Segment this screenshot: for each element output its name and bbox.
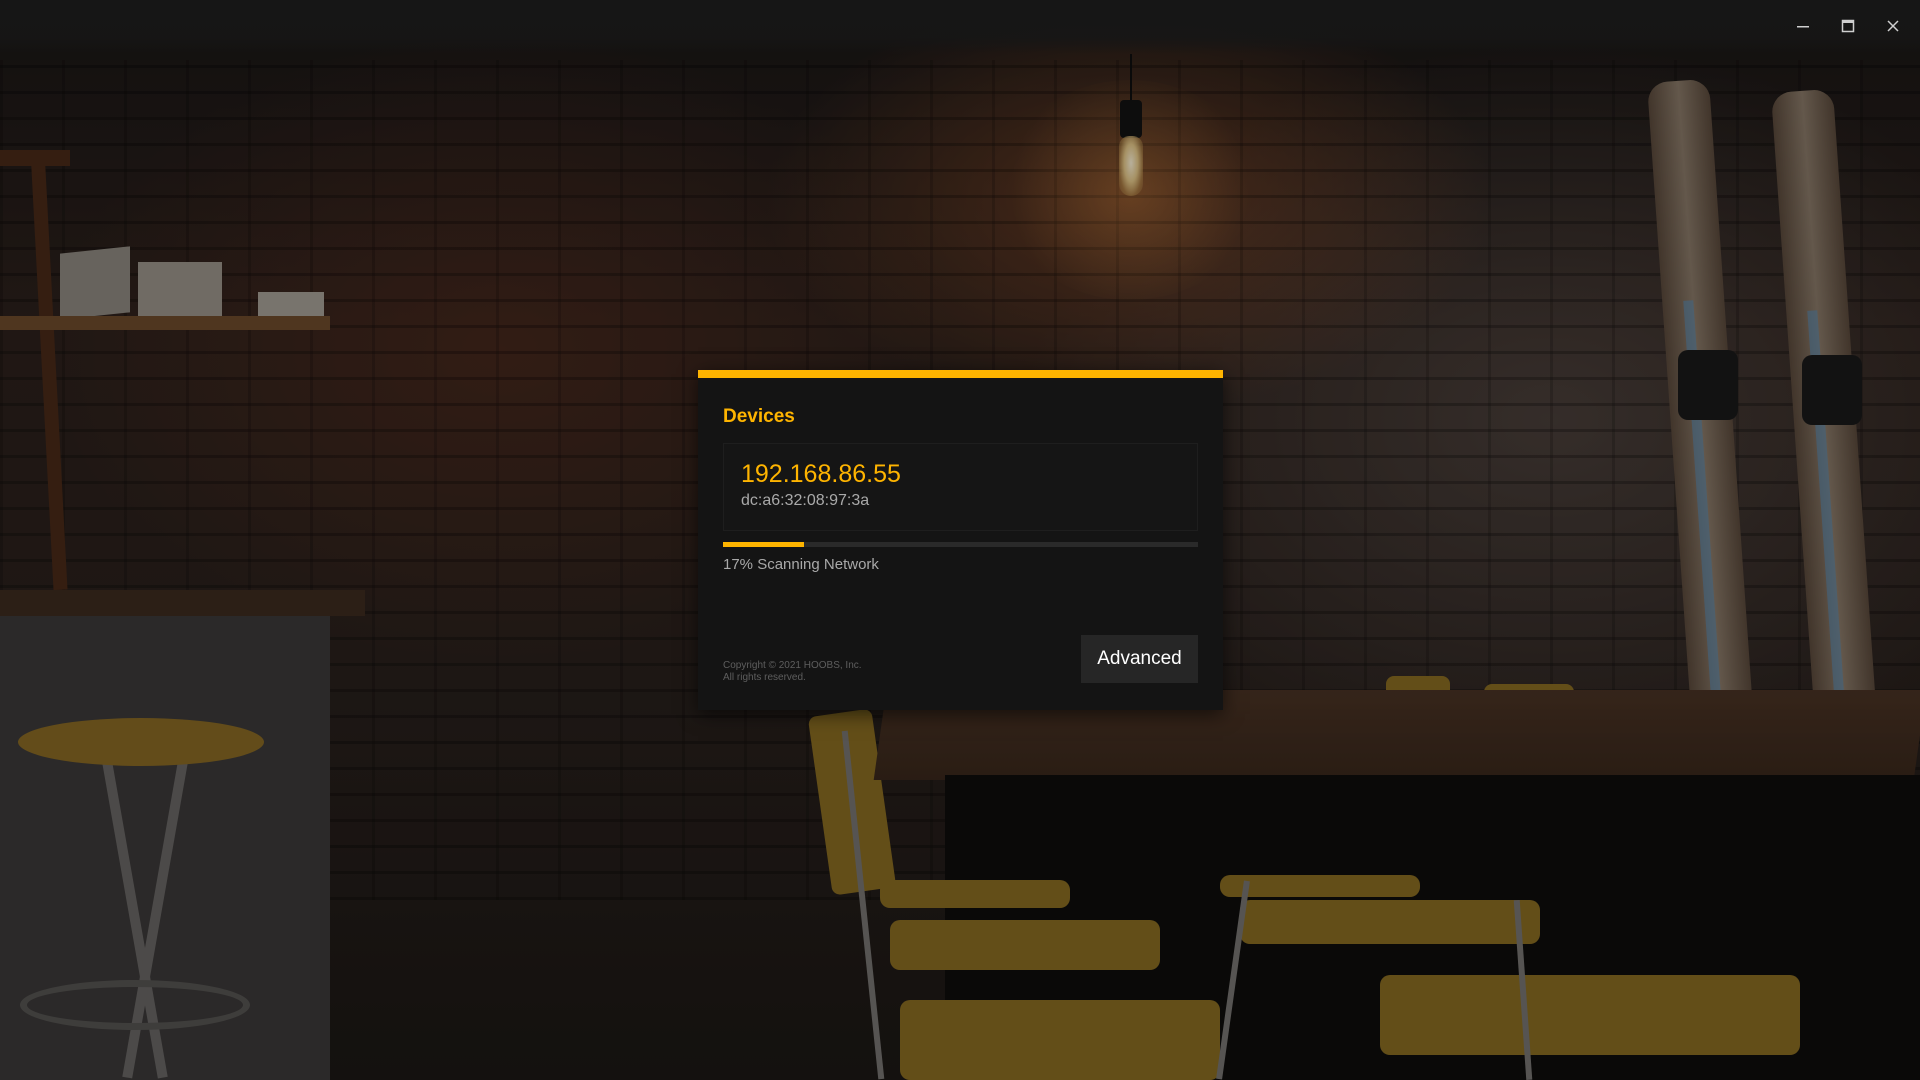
window-titlebar (0, 0, 1920, 54)
copyright-line: Copyright © 2021 HOOBS, Inc. (723, 660, 862, 671)
close-button[interactable] (1879, 12, 1907, 40)
close-icon (1887, 20, 1899, 32)
dialog-accent-bar (698, 370, 1223, 378)
copyright-notice: Copyright © 2021 HOOBS, Inc. All rights … (723, 660, 862, 684)
maximize-icon (1841, 19, 1855, 33)
scan-progress-bar (723, 542, 1198, 547)
minimize-button[interactable] (1789, 12, 1817, 40)
device-ip-address: 192.168.86.55 (741, 460, 901, 488)
rights-line: All rights reserved. (723, 672, 806, 683)
device-list-item[interactable]: 192.168.86.55 dc:a6:32:08:97:3a (723, 443, 1198, 531)
scan-progress-fill (723, 542, 804, 547)
device-mac-address: dc:a6:32:08:97:3a (741, 492, 870, 509)
scan-progress-label: 17% Scanning Network (723, 556, 879, 573)
devices-dialog: Devices 192.168.86.55 dc:a6:32:08:97:3a … (698, 370, 1223, 710)
advanced-button[interactable]: Advanced (1081, 635, 1198, 683)
maximize-button[interactable] (1834, 12, 1862, 40)
minimize-icon (1797, 26, 1809, 28)
dialog-title: Devices (723, 406, 795, 427)
